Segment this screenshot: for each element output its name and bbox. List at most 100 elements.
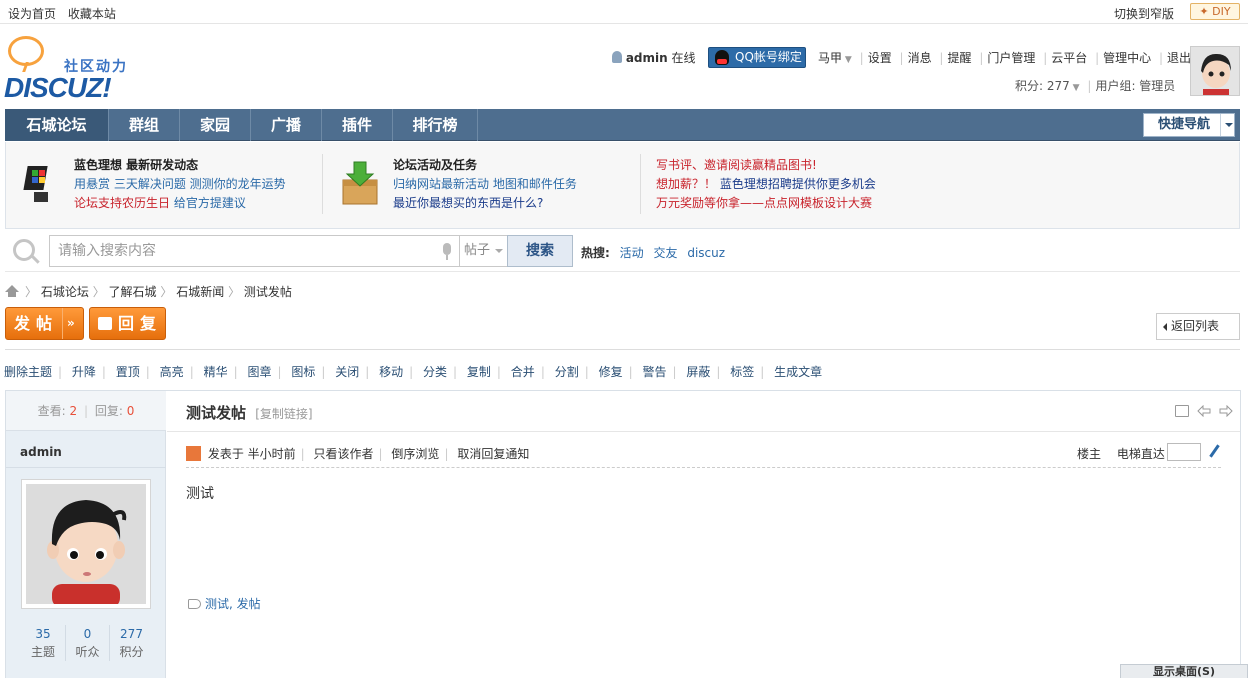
post-main: 测试发帖 [复制链接] 发表于 半小时前 | 只看该作者 | 倒序浏览 | 取消回复通… <box>167 391 1240 678</box>
stat-followers[interactable]: 0 听众 <box>65 625 109 661</box>
thread-title-text: 测试发帖 <box>186 404 247 422</box>
stat-followers-label: 听众 <box>75 645 100 659</box>
nav-item-broadcast[interactable]: 广播 <box>251 109 322 141</box>
set-home-link[interactable]: 设为首页 <box>8 7 56 21</box>
admin-center-link[interactable]: 管理中心 <box>1103 51 1151 65</box>
print-icon[interactable] <box>1175 405 1189 417</box>
home-icon[interactable] <box>5 285 19 297</box>
promo-col-2-title[interactable]: 论坛活动及任务 <box>393 156 577 175</box>
reverse-order-link[interactable]: 倒序浏览 <box>391 447 439 461</box>
microphone-icon[interactable] <box>443 243 451 260</box>
mod-split[interactable]: 分割 <box>555 365 579 379</box>
user-links: 马甲 ▼ | 设置 | 消息 | 提醒 | 门户管理 | 云平台 | 管理中心 | 退出 <box>818 51 1192 65</box>
promo-col-1-line1[interactable]: 用悬赏 三天解决问题 测测你的龙年运势 <box>74 175 286 194</box>
elevator-label: 电梯直达 <box>1116 447 1165 461</box>
quick-nav-button[interactable]: 快捷导航 <box>1143 113 1235 137</box>
breadcrumb-separator: 〉 <box>92 285 105 299</box>
credits-menu[interactable]: 积分: 277 <box>1015 79 1070 93</box>
download-box-icon <box>342 161 378 205</box>
username-link[interactable]: admin <box>626 51 668 65</box>
new-post-label: 发帖 <box>14 314 59 333</box>
user-icon <box>612 51 622 63</box>
mod-sticky[interactable]: 置顶 <box>116 365 140 379</box>
mod-highlight[interactable]: 高亮 <box>160 365 184 379</box>
nav-item-home[interactable]: 家园 <box>180 109 251 141</box>
stat-threads-label: 主题 <box>30 645 55 659</box>
notifications-link[interactable]: 提醒 <box>947 51 971 65</box>
mod-stamp[interactable]: 图章 <box>247 365 271 379</box>
promo-col-2-line2[interactable]: 最近你最想买的东西是什么? <box>393 194 577 213</box>
switch-narrow-link[interactable]: 切换到窄版 <box>1114 5 1174 22</box>
portal-admin-link[interactable]: 门户管理 <box>987 51 1035 65</box>
nav-item-ranking[interactable]: 排行榜 <box>393 109 478 141</box>
user-avatar[interactable] <box>1190 46 1240 96</box>
hot-search-discuz[interactable]: discuz <box>687 246 725 260</box>
vest-menu[interactable]: 马甲 <box>818 51 842 65</box>
breadcrumb-about[interactable]: 了解石城 <box>109 285 157 299</box>
show-desktop-button[interactable]: 显示桌面(S) <box>1120 664 1248 678</box>
qq-bind-label: QQ帐号绑定 <box>735 50 802 64</box>
messages-link[interactable]: 消息 <box>908 51 932 65</box>
mod-icon[interactable]: 图标 <box>291 365 315 379</box>
nav-item-forum[interactable]: 石城论坛 <box>5 109 109 141</box>
author-name[interactable]: admin <box>20 445 62 459</box>
bookmark-link[interactable]: 收藏本站 <box>68 7 116 21</box>
author-avatar[interactable] <box>21 479 151 609</box>
copy-link-button[interactable]: [复制链接] <box>255 407 312 421</box>
promo-col-1-line2b[interactable]: 给官方提建议 <box>174 196 246 210</box>
reply-button[interactable]: 回复 <box>89 307 166 340</box>
mod-bump[interactable]: 升降 <box>72 365 96 379</box>
only-author-link[interactable]: 只看该作者 <box>314 447 374 461</box>
mod-delete-thread[interactable]: 删除主题 <box>4 365 52 379</box>
cancel-notify-link[interactable]: 取消回复通知 <box>457 447 529 461</box>
previous-thread-icon[interactable] <box>1197 404 1211 418</box>
nav-item-groups[interactable]: 群组 <box>109 109 180 141</box>
back-to-list-button[interactable]: 返回列表 <box>1156 313 1240 340</box>
promo-col-3-line2b[interactable]: 蓝色理想招聘提供你更多机会 <box>720 177 876 191</box>
logout-link[interactable]: 退出 <box>1167 51 1191 65</box>
promo-col-3-line2a[interactable]: 想加薪？！ <box>656 177 716 191</box>
qq-bind-button[interactable]: QQ帐号绑定 <box>708 47 806 68</box>
promo-col-3-line3[interactable]: 万元奖励等你拿——点点网模板设计大赛 <box>656 194 876 213</box>
breadcrumb-forum[interactable]: 石城论坛 <box>41 285 89 299</box>
promo-col-2-line1[interactable]: 归纳网站最新活动 地图和邮件任务 <box>393 175 577 194</box>
search-input[interactable]: 请输入搜索内容 <box>49 235 459 267</box>
stat-threads-value: 35 <box>35 627 51 641</box>
mod-move[interactable]: 移动 <box>379 365 403 379</box>
diy-button[interactable]: ✦ DIY <box>1190 3 1240 20</box>
search-button[interactable]: 搜索 <box>507 235 573 267</box>
tag-icon <box>188 599 201 609</box>
hot-search-label: 热搜: <box>581 246 610 260</box>
cloud-platform-link[interactable]: 云平台 <box>1051 51 1087 65</box>
promo-col-3-line1[interactable]: 写书评、邀请阅读赢精品图书! <box>656 156 876 175</box>
stat-credits[interactable]: 277 积分 <box>109 625 153 661</box>
nav-item-plugins[interactable]: 插件 <box>322 109 393 141</box>
mod-warn[interactable]: 警告 <box>642 365 666 379</box>
promo-col-1-line2a[interactable]: 论坛支持农历生日 <box>74 196 170 210</box>
site-logo[interactable]: 社区动力 DISCUZ! <box>4 36 144 103</box>
next-thread-icon[interactable] <box>1219 404 1233 418</box>
promo-col-1-title[interactable]: 蓝色理想 最新研发动态 <box>74 156 286 175</box>
go-icon[interactable] <box>1207 444 1221 458</box>
search-type-select[interactable]: 帖子 <box>459 235 507 267</box>
settings-link[interactable]: 设置 <box>868 51 892 65</box>
mod-repair[interactable]: 修复 <box>599 365 623 379</box>
mod-category[interactable]: 分类 <box>423 365 447 379</box>
mod-digest[interactable]: 精华 <box>204 365 228 379</box>
user-group[interactable]: 用户组: 管理员 <box>1095 79 1175 93</box>
mod-generate-article[interactable]: 生成文章 <box>774 365 822 379</box>
mod-close[interactable]: 关闭 <box>335 365 359 379</box>
online-status: 在线 <box>671 51 696 65</box>
breadcrumb-separator: 〉 <box>25 285 38 299</box>
floor-jump-input[interactable] <box>1167 443 1201 461</box>
mod-block[interactable]: 屏蔽 <box>686 365 710 379</box>
breadcrumb-news[interactable]: 石城新闻 <box>176 285 224 299</box>
mod-merge[interactable]: 合并 <box>511 365 535 379</box>
stat-threads[interactable]: 35 主题 <box>21 625 65 661</box>
mod-tags[interactable]: 标签 <box>730 365 754 379</box>
hot-search-friends[interactable]: 交友 <box>653 246 677 260</box>
new-post-button[interactable]: 发帖 » <box>5 307 84 340</box>
tag-links[interactable]: 测试, 发帖 <box>205 597 261 611</box>
mod-copy[interactable]: 复制 <box>467 365 491 379</box>
hot-search-activity[interactable]: 活动 <box>620 246 644 260</box>
